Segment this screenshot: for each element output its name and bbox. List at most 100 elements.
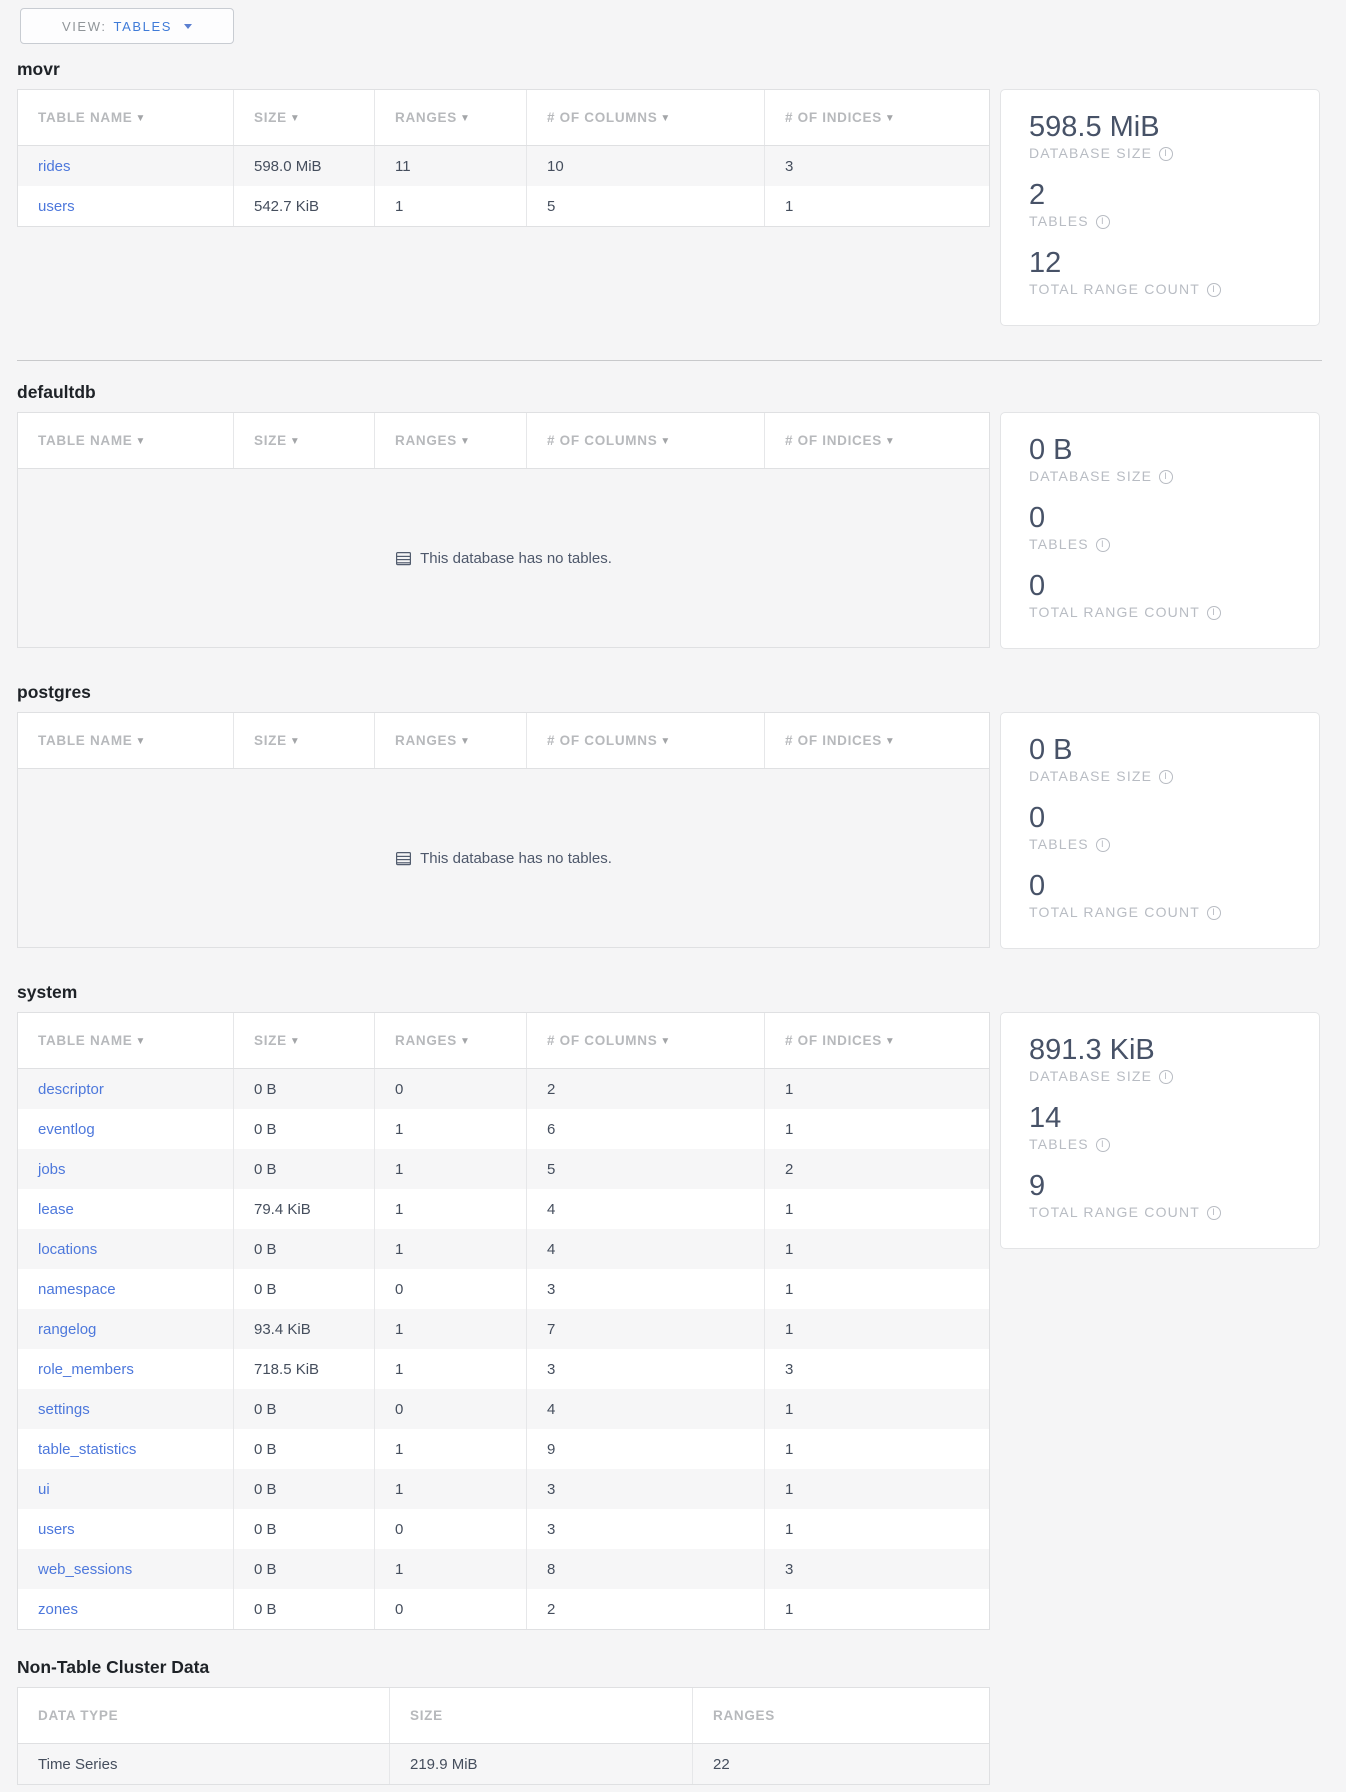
table-size-cell: 0 B [233, 1269, 374, 1309]
sort-descending-icon: ▼ [460, 1035, 471, 1047]
table-indices-cell: 1 [764, 1509, 989, 1549]
caret-down-icon [184, 24, 192, 29]
database-size-label: DATABASE SIZE i [1029, 1067, 1291, 1086]
info-icon[interactable]: i [1096, 838, 1110, 852]
table-name-link[interactable]: role_members [38, 1361, 134, 1378]
range-count-stat: 0 TOTAL RANGE COUNT i [1029, 569, 1291, 622]
column-header-num-indices[interactable]: # OF INDICES ▼ [764, 90, 989, 145]
database-section: movr TABLE NAME ▼ SIZE ▼ RANGES ▼ [17, 58, 1346, 326]
info-icon[interactable]: i [1159, 1070, 1173, 1084]
table-ranges-cell: 1 [374, 186, 526, 226]
table-columns-cell: 6 [526, 1109, 764, 1149]
empty-state: This database has no tables. [395, 550, 612, 567]
database-name: defaultdb [17, 381, 1346, 403]
table-name-cell: role_members [18, 1349, 233, 1389]
info-icon[interactable]: i [1207, 1206, 1221, 1220]
database-size-label: DATABASE SIZE i [1029, 767, 1291, 786]
table-name-link[interactable]: zones [38, 1601, 78, 1618]
table-ranges-cell: 11 [374, 146, 526, 186]
table-columns-cell: 7 [526, 1309, 764, 1349]
table-name-link[interactable]: settings [38, 1401, 90, 1418]
table-name-cell: users [18, 1509, 233, 1549]
column-header-num-indices[interactable]: # OF INDICES ▼ [764, 413, 989, 468]
table-row: zones 0 B 0 2 1 [18, 1589, 989, 1629]
table-row: web_sessions 0 B 1 8 3 [18, 1549, 989, 1589]
tables-count-stat: 14 TABLES i [1029, 1101, 1291, 1154]
table-name-link[interactable]: descriptor [38, 1081, 104, 1098]
table-columns-cell: 5 [526, 186, 764, 226]
table-name-link[interactable]: rides [38, 158, 71, 175]
empty-message: This database has no tables. [420, 850, 612, 867]
info-icon[interactable]: i [1096, 1138, 1110, 1152]
column-header-ranges[interactable]: RANGES ▼ [374, 90, 526, 145]
table-indices-cell: 1 [764, 1429, 989, 1469]
table-name-link[interactable]: eventlog [38, 1121, 95, 1138]
table-name-link[interactable]: users [38, 198, 75, 215]
database-size-stat: 0 B DATABASE SIZE i [1029, 733, 1291, 786]
range-count-value: 9 [1029, 1169, 1291, 1203]
column-header-size[interactable]: SIZE ▼ [233, 713, 374, 768]
table-size-cell: 542.7 KiB [233, 186, 374, 226]
table-name-link[interactable]: table_statistics [38, 1441, 136, 1458]
database-tables-table: TABLE NAME ▼ SIZE ▼ RANGES ▼ # OF COLUMN… [17, 89, 990, 227]
size-cell: 219.9 MiB [389, 1744, 692, 1784]
column-header-ranges[interactable]: RANGES ▼ [374, 1013, 526, 1068]
info-icon[interactable]: i [1096, 215, 1110, 229]
column-header-num-columns[interactable]: # OF COLUMNS ▼ [526, 1013, 764, 1068]
database-size-stat: 598.5 MiB DATABASE SIZE i [1029, 110, 1291, 163]
database-size-value: 0 B [1029, 733, 1291, 767]
column-header-table-name[interactable]: TABLE NAME ▼ [18, 90, 233, 145]
table-columns-cell: 9 [526, 1429, 764, 1469]
range-count-value: 0 [1029, 869, 1291, 903]
info-icon[interactable]: i [1159, 470, 1173, 484]
database-name: postgres [17, 681, 1346, 703]
column-header-ranges[interactable]: RANGES ▼ [374, 713, 526, 768]
view-selector-button[interactable]: VIEW: TABLES [20, 8, 234, 44]
database-section: system TABLE NAME ▼ SIZE ▼ RANGES ▼ [17, 981, 1346, 1630]
table-name-link[interactable]: lease [38, 1201, 74, 1218]
table-name-link[interactable]: namespace [38, 1281, 116, 1298]
database-tables-table: TABLE NAME ▼ SIZE ▼ RANGES ▼ # OF COLUMN… [17, 1012, 990, 1630]
table-name-link[interactable]: locations [38, 1241, 97, 1258]
range-count-label: TOTAL RANGE COUNT i [1029, 280, 1291, 299]
table-size-cell: 93.4 KiB [233, 1309, 374, 1349]
column-header-table-name[interactable]: TABLE NAME ▼ [18, 1013, 233, 1068]
column-header-num-indices[interactable]: # OF INDICES ▼ [764, 1013, 989, 1068]
column-header-num-columns[interactable]: # OF COLUMNS ▼ [526, 90, 764, 145]
table-name-cell: rangelog [18, 1309, 233, 1349]
table-body: descriptor 0 B 0 2 1 eventlog 0 B 1 6 1 … [18, 1069, 989, 1629]
tables-count-stat: 2 TABLES i [1029, 178, 1291, 231]
table-ranges-cell: 1 [374, 1309, 526, 1349]
table-name-link[interactable]: ui [38, 1481, 50, 1498]
column-header-table-name[interactable]: TABLE NAME ▼ [18, 713, 233, 768]
column-header-num-indices[interactable]: # OF INDICES ▼ [764, 713, 989, 768]
non-table-title: Non-Table Cluster Data [17, 1656, 1346, 1678]
table-name-link[interactable]: users [38, 1521, 75, 1538]
info-icon[interactable]: i [1207, 906, 1221, 920]
view-selector-label: VIEW: [62, 19, 107, 34]
column-header-table-name[interactable]: TABLE NAME ▼ [18, 413, 233, 468]
column-header-num-columns[interactable]: # OF COLUMNS ▼ [526, 413, 764, 468]
info-icon[interactable]: i [1159, 147, 1173, 161]
table-name-link[interactable]: web_sessions [38, 1561, 132, 1578]
column-header-num-columns[interactable]: # OF COLUMNS ▼ [526, 713, 764, 768]
tables-count-value: 2 [1029, 178, 1291, 212]
table-size-cell: 79.4 KiB [233, 1189, 374, 1229]
table-columns-cell: 5 [526, 1149, 764, 1189]
range-count-label: TOTAL RANGE COUNT i [1029, 1203, 1291, 1222]
column-header-ranges[interactable]: RANGES ▼ [374, 413, 526, 468]
table-name-link[interactable]: rangelog [38, 1321, 96, 1338]
database-summary-panel: 891.3 KiB DATABASE SIZE i 14 TABLES i 9 [1000, 1012, 1320, 1249]
info-icon[interactable]: i [1096, 538, 1110, 552]
info-icon[interactable]: i [1159, 770, 1173, 784]
table-header-row: TABLE NAME ▼ SIZE ▼ RANGES ▼ # OF COLUMN… [18, 413, 989, 469]
column-header-size[interactable]: SIZE ▼ [233, 90, 374, 145]
info-icon[interactable]: i [1207, 606, 1221, 620]
column-header-size[interactable]: SIZE ▼ [233, 1013, 374, 1068]
info-icon[interactable]: i [1207, 283, 1221, 297]
database-name: system [17, 981, 1346, 1003]
table-name-link[interactable]: jobs [38, 1161, 66, 1178]
sort-descending-icon: ▼ [136, 735, 147, 747]
column-header-size[interactable]: SIZE ▼ [233, 413, 374, 468]
tables-count-stat: 0 TABLES i [1029, 801, 1291, 854]
